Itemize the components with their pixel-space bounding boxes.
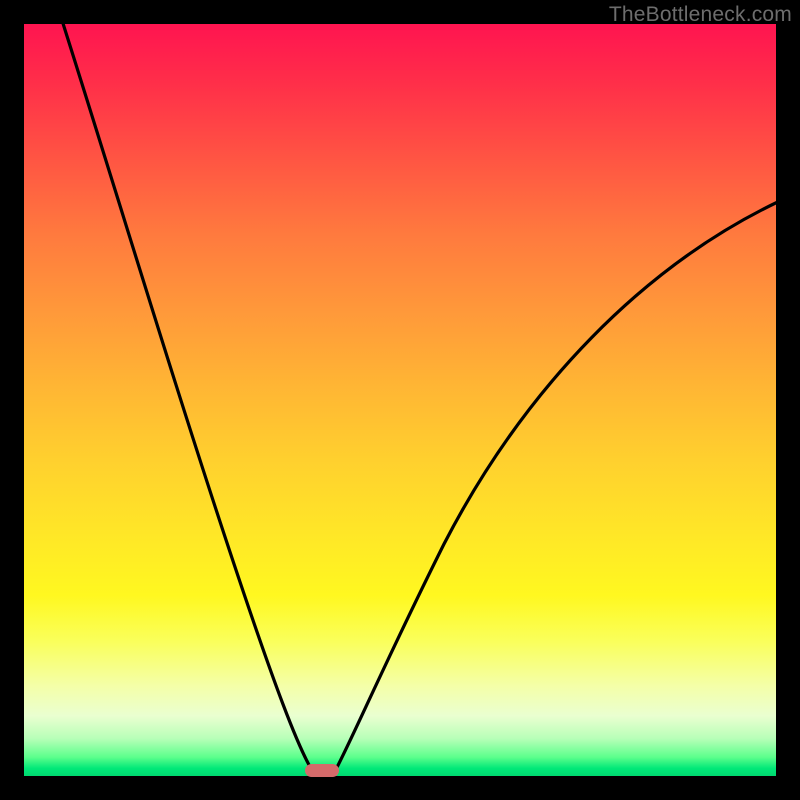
curve-left-branch <box>60 24 315 775</box>
bottleneck-curve <box>24 24 776 776</box>
watermark-text: TheBottleneck.com <box>609 3 792 27</box>
curve-right-branch <box>333 199 776 775</box>
chart-plot-area <box>24 24 776 776</box>
bottleneck-marker <box>305 764 339 777</box>
